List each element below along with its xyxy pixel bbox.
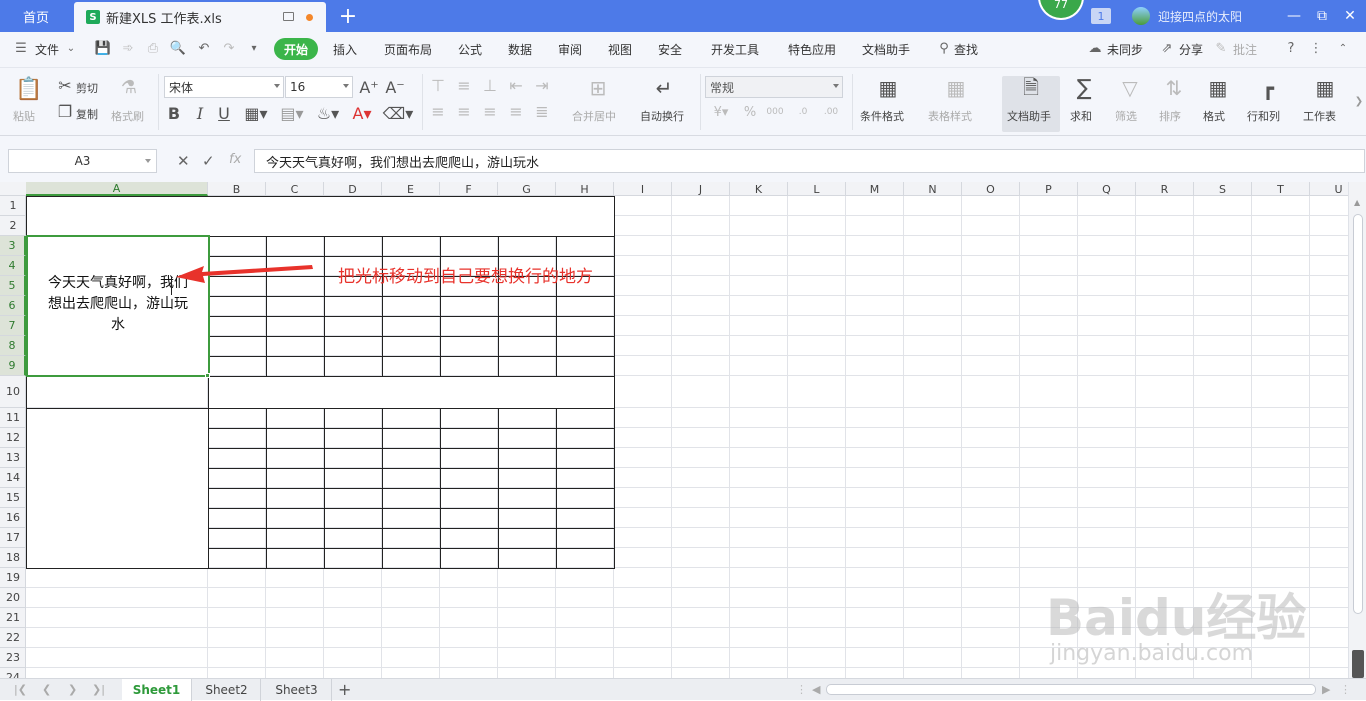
first-sheet-icon[interactable]: |❮ xyxy=(14,683,27,696)
scroll-left-icon[interactable]: ◀ xyxy=(812,683,820,696)
hscroll-grip-icon[interactable]: ⋮ xyxy=(796,683,807,696)
sheet-tab-sheet2[interactable]: Sheet2 xyxy=(193,679,261,701)
scroll-right-icon[interactable]: ▶ xyxy=(1322,683,1330,696)
watermark-brand: Baidu经验 xyxy=(1046,589,1307,647)
sheet-tab-sheet3[interactable]: Sheet3 xyxy=(262,679,332,701)
sheet-tab-sheet1[interactable]: Sheet1 xyxy=(122,679,192,701)
add-sheet-button[interactable]: + xyxy=(338,680,351,699)
last-sheet-icon[interactable]: ❯| xyxy=(92,683,105,696)
watermark-url: jingyan.baidu.com xyxy=(1050,641,1254,666)
horizontal-scrollbar[interactable] xyxy=(826,684,1316,695)
annotation-text: 把光标移动到自己要想换行的地方 xyxy=(338,267,593,287)
sheet-tabs-bar: |❮ ❮ ❯ ❯| Sheet1 Sheet2 Sheet3 + ⋮ ◀ ▶ ⋮ xyxy=(0,678,1366,701)
prev-sheet-icon[interactable]: ❮ xyxy=(42,683,51,696)
next-sheet-icon[interactable]: ❯ xyxy=(68,683,77,696)
split-view-icon[interactable]: ⋮ xyxy=(1340,683,1351,696)
